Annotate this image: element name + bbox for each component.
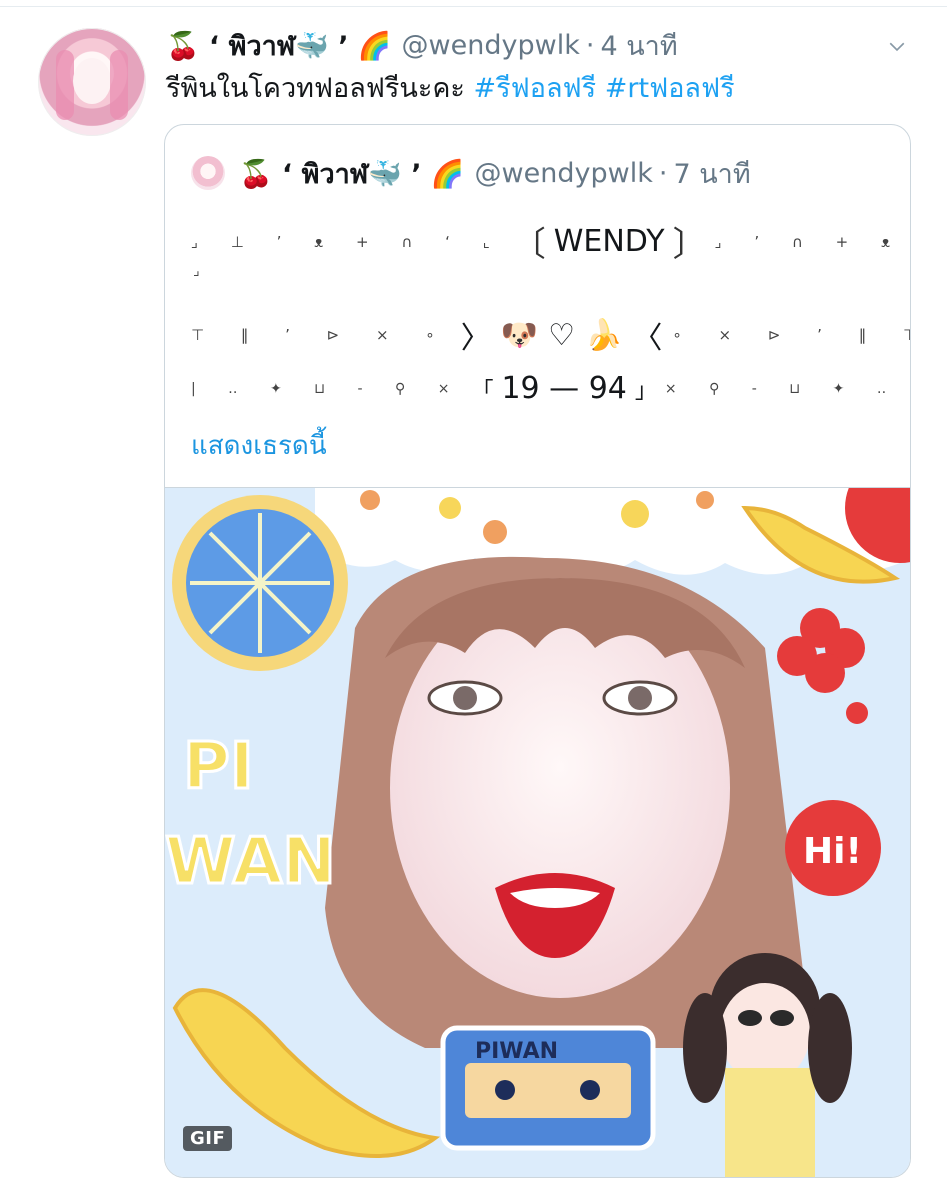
deco-glyphs-right: ∘ × ⊳ ’ ‖ ⊤	[672, 326, 911, 344]
avatar-hair-left	[56, 50, 74, 120]
quoted-timestamp: 7 นาที	[673, 158, 751, 190]
deco-line-wendy: ⌟ ⊥ ’ ᴥ + ∩ ‘ ⌞ 〔 WENDY 〕 ⌟ ’ ∩ + ᴥ ‘ ⊥	[191, 217, 910, 266]
deco-glyphs-left: | ‥ ✦ ⊔ - ⚲ ×	[191, 380, 464, 397]
tweet-body: รีพินในโควทฟอลฟรีนะคะ	[166, 73, 465, 104]
action-bar-edge	[166, 1188, 946, 1200]
banana-icon: 🍌	[584, 317, 623, 353]
quoted-header: 🍒 ‘ พิวาฬ🐳 ’ 🌈 @wendypwlk · 7 นาที	[191, 153, 751, 193]
deco-glyph-tail: ⌟	[193, 263, 200, 279]
gif-badge: GIF	[183, 1126, 233, 1151]
quoted-avatar	[191, 156, 225, 190]
deco-glyphs-left: ⌟ ⊥ ’ ᴥ + ∩ ‘ ⌞	[191, 232, 504, 251]
avatar-hair-right	[110, 50, 128, 120]
angle-left: 〉	[460, 321, 491, 356]
quoted-handle: @wendypwlk	[474, 157, 653, 189]
display-name[interactable]: 🍒 ‘ พิวาฬ🐳 ’ 🌈	[166, 24, 392, 67]
bracket-right: 〕	[672, 225, 707, 265]
gif-media[interactable]: PI WAN Hi! PIWAN GIF	[165, 487, 910, 1177]
angle-right: 〈	[632, 321, 663, 356]
bracket-left: 〔	[511, 225, 546, 265]
heart-icon: ♡	[548, 317, 575, 353]
tweet-header: 🍒 ‘ พิวาฬ🐳 ’ 🌈 @wendypwlk · 4 นาที	[166, 25, 678, 65]
deco-glyphs-left: ⊤ ‖ ’ ⊳ × ∘	[191, 326, 451, 344]
wendy-word: WENDY	[553, 224, 665, 259]
dog-icon: 🐶	[500, 317, 539, 353]
quoted-tweet[interactable]: 🍒 ‘ พิวาฬ🐳 ’ 🌈 @wendypwlk · 7 นาที ⌟ ⊥ ’…	[164, 124, 911, 1178]
hashtag-link[interactable]: #rtฟอลฟรี	[605, 73, 735, 104]
quoted-separator: ·	[658, 157, 668, 189]
gif-label-hi: Hi!	[803, 831, 862, 872]
tweet-text: รีพินในโควทฟอลฟรีนะคะ #รีฟอลฟรี #rtฟอลฟร…	[166, 70, 735, 108]
numbers-text: 19 — 94	[501, 371, 627, 406]
timestamp[interactable]: 4 นาที	[600, 24, 677, 67]
gif-label-cassette: PIWAN	[475, 1039, 558, 1064]
corner-open: 「	[471, 378, 494, 404]
deco-glyphs-right: ⌟ ’ ∩ + ᴥ ‘ ⊥	[714, 232, 910, 251]
show-thread-link[interactable]: แสดงเธรดนี้	[191, 425, 327, 466]
deco-glyphs-right: × ⚲ - ⊔ ✦ ‥ |	[664, 380, 911, 397]
gif-artwork: PI WAN Hi! PIWAN	[165, 488, 910, 1177]
avatar[interactable]	[38, 28, 146, 136]
gif-label-pi: PI	[183, 730, 254, 804]
user-handle[interactable]: @wendypwlk	[402, 30, 580, 61]
top-divider	[0, 6, 947, 7]
chevron-down-icon[interactable]	[888, 38, 906, 56]
corner-close: 」	[634, 378, 657, 404]
deco-line-numbers: | ‥ ✦ ⊔ - ⚲ × 「 19 — 94 」 × ⚲ - ⊔ ✦ ‥ |	[191, 371, 911, 406]
hashtag-link[interactable]: #รีฟอลฟรี	[474, 73, 597, 104]
gif-label-wan: WAN	[165, 825, 336, 899]
avatar-face	[73, 58, 111, 104]
separator-dot: ·	[585, 29, 595, 61]
deco-line-emoji: ⊤ ‖ ’ ⊳ × ∘ 〉 🐶 ♡ 🍌 〈 ∘ × ⊳ ’ ‖ ⊤	[191, 313, 911, 357]
quoted-display-name: 🍒 ‘ พิวาฬ🐳 ’ 🌈	[239, 158, 465, 190]
